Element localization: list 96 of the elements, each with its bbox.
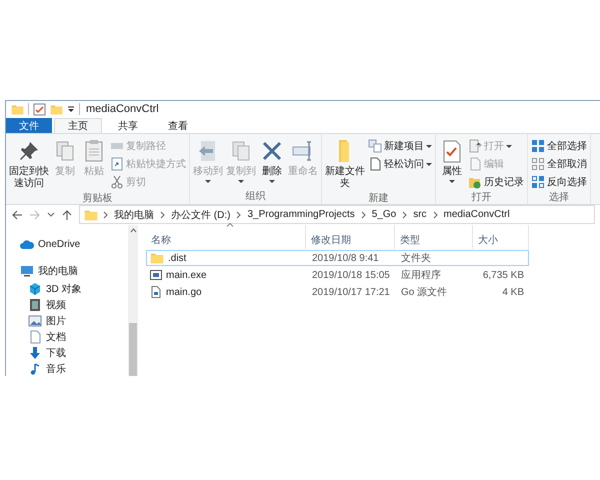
- group-label: 新建: [368, 192, 390, 205]
- group-label: 剪贴板: [82, 192, 114, 205]
- breadcrumb-item[interactable]: 我的电脑: [113, 208, 155, 222]
- computer-icon: [20, 264, 34, 278]
- file-name: .dist: [168, 252, 186, 264]
- folder-icon: [50, 102, 63, 116]
- film-icon: [28, 298, 42, 312]
- column-header[interactable]: 名称: [146, 225, 306, 249]
- chevron-down-icon: [47, 210, 55, 219]
- chevron-right-icon: [432, 210, 438, 219]
- chevron-right-icon: [160, 210, 165, 219]
- folder-icon: [11, 102, 24, 116]
- breadcrumb-item[interactable]: 办公文件 (D:): [170, 208, 232, 222]
- nav-item[interactable]: 我的电脑: [20, 263, 128, 278]
- size-cell-text: 6,735 KB: [482, 270, 525, 280]
- scrollbar-thumb[interactable]: [129, 323, 137, 376]
- type-cell-text: 应用程序: [400, 268, 442, 282]
- ribbon-button[interactable]: 新建文件夹: [324, 136, 366, 192]
- file-name: main.go: [166, 286, 202, 298]
- size-cell-text: 4 KB: [501, 286, 525, 298]
- file-tab[interactable]: 文件: [6, 118, 52, 133]
- up-button[interactable]: [61, 208, 73, 221]
- date-cell-text: 2019/10/17 17:21: [311, 286, 391, 298]
- history-icon: [468, 175, 482, 190]
- nav-item[interactable]: 下载: [28, 345, 128, 360]
- up-arrow-icon: [61, 208, 73, 221]
- breadcrumb-item[interactable]: 3_ProgrammingProjects: [246, 209, 356, 220]
- file-row[interactable]: main.go 2019/10/17 17:21 Go 源文件 4 KB: [146, 284, 529, 300]
- group-label: 打开: [470, 190, 492, 204]
- edit-icon: [468, 157, 482, 172]
- cloud-icon: [20, 238, 34, 252]
- ribbon-tab[interactable]: 查看: [154, 118, 202, 133]
- folder-icon: [150, 251, 164, 265]
- nav-item[interactable]: 3D 对象: [28, 281, 128, 296]
- nav-item[interactable]: 音乐: [28, 361, 128, 376]
- recent-locations-button[interactable]: [47, 210, 55, 219]
- column-header[interactable]: 修改日期: [306, 225, 395, 249]
- scissors-icon: [110, 175, 124, 190]
- select-none-icon: [531, 157, 545, 172]
- nav-item[interactable]: 图片: [28, 313, 128, 328]
- back-button[interactable]: [11, 208, 23, 221]
- window-title: mediaConvCtrl: [86, 103, 159, 116]
- select-all-icon: [531, 139, 545, 154]
- ribbon-button[interactable]: 全部选择: [530, 138, 588, 155]
- folder-icon: [84, 208, 98, 222]
- nav-item[interactable]: OneDrive: [20, 237, 128, 252]
- ribbon-button[interactable]: 轻松访问: [367, 156, 433, 173]
- dropdown-icon: [67, 105, 75, 114]
- file-row[interactable]: main.exe 2019/10/18 15:05 应用程序 6,735 KB: [146, 267, 529, 283]
- music-icon: [28, 362, 42, 376]
- forward-icon: [29, 208, 41, 221]
- ribbon-button[interactable]: 属性: [438, 136, 466, 191]
- shortcut-icon: [110, 157, 124, 172]
- type-cell-text: 文件夹: [400, 252, 432, 265]
- file-row[interactable]: .dist 2019/10/8 9:41 文件夹: [146, 250, 529, 266]
- new-item-icon: [368, 139, 382, 154]
- nav-item[interactable]: 视频: [28, 297, 128, 312]
- picture-icon: [28, 314, 42, 328]
- chevron-right-icon: [402, 210, 408, 219]
- date-cell-text: 2019/10/8 9:41: [311, 252, 380, 264]
- chevron-right-icon: [103, 210, 108, 219]
- breadcrumb-item[interactable]: mediaConvCtrl: [442, 209, 511, 220]
- sort-ascending-icon: [226, 222, 234, 227]
- checkmark-icon: [33, 102, 46, 116]
- ribbon-button[interactable]: 反向选择: [530, 174, 588, 191]
- column-header[interactable]: 大小: [473, 225, 529, 249]
- group-label: 组织: [244, 190, 266, 204]
- nav-item[interactable]: 文档: [28, 329, 128, 344]
- open-icon: [468, 139, 482, 154]
- breadcrumb-item[interactable]: src: [412, 209, 428, 220]
- ribbon-button[interactable]: 新建项目: [367, 138, 433, 155]
- breadcrumb-item[interactable]: 5_Go: [370, 209, 398, 220]
- column-header[interactable]: 类型: [395, 225, 473, 249]
- address-bar[interactable]: 我的电脑 办公文件 (D:) 3_ProgrammingProjects 5_Go src mediaConvCtrl: [79, 205, 595, 224]
- type-cell-text: Go 源文件: [400, 286, 448, 299]
- file-icon: [150, 286, 162, 298]
- invert-selection-icon: [531, 175, 545, 190]
- date-cell-text: 2019/10/18 15:05: [311, 270, 391, 280]
- ribbon-button[interactable]: 全部取消: [530, 156, 588, 173]
- file-name: main.exe: [166, 270, 207, 280]
- document-icon: [28, 330, 42, 344]
- scrollbar[interactable]: [128, 225, 138, 376]
- ribbon-button[interactable]: 固定到快速访问: [8, 136, 50, 192]
- application-icon: [150, 269, 162, 281]
- download-icon: [28, 346, 42, 360]
- chevron-right-icon: [360, 210, 366, 219]
- back-icon: [11, 208, 23, 221]
- chevron-right-icon: [236, 210, 242, 219]
- group-label: 选择: [548, 190, 570, 204]
- cube-icon: [28, 282, 42, 296]
- scroll-up-icon: [130, 228, 136, 233]
- document-icon: [368, 157, 382, 172]
- ribbon-tab[interactable]: 共享: [104, 118, 152, 133]
- ribbon-tab[interactable]: 主页: [54, 118, 102, 133]
- ribbon-button[interactable]: 历史记录: [467, 174, 525, 191]
- ribbon-button[interactable]: 删除: [258, 136, 286, 190]
